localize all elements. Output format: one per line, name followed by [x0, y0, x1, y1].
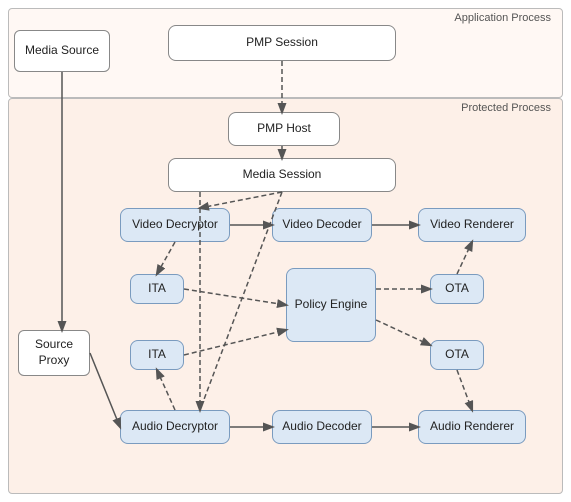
audio-decryptor-box: Audio Decryptor — [120, 410, 230, 444]
pmp-session-box: PMP Session — [168, 25, 396, 61]
ota-bottom-box: OTA — [430, 340, 484, 370]
protected-process-label: Protected Process — [461, 102, 551, 114]
policy-engine-box: Policy Engine — [286, 268, 376, 342]
ita-top-box: ITA — [130, 274, 184, 304]
audio-decoder-box: Audio Decoder — [272, 410, 372, 444]
app-process-label: Application Process — [454, 12, 551, 24]
video-decoder-box: Video Decoder — [272, 208, 372, 242]
pmp-host-box: PMP Host — [228, 112, 340, 146]
source-proxy-box: Source Proxy — [18, 330, 90, 376]
diagram-container: Application Process Protected Process Me… — [0, 0, 571, 502]
media-session-box: Media Session — [168, 158, 396, 192]
ota-top-box: OTA — [430, 274, 484, 304]
video-decryptor-box: Video Decryptor — [120, 208, 230, 242]
ita-bottom-box: ITA — [130, 340, 184, 370]
media-source-box: Media Source — [14, 30, 110, 72]
audio-renderer-box: Audio Renderer — [418, 410, 526, 444]
video-renderer-box: Video Renderer — [418, 208, 526, 242]
